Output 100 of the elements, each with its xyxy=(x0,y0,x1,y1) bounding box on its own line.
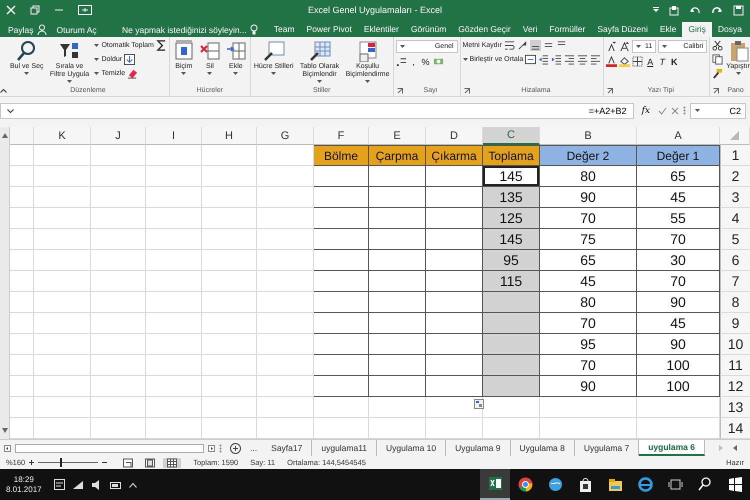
table-cell[interactable] xyxy=(369,334,426,355)
table-cell[interactable] xyxy=(426,229,483,250)
ribbon-tab[interactable]: Dosya xyxy=(712,22,748,37)
table-cell[interactable] xyxy=(314,208,369,229)
table-cell[interactable]: 45 xyxy=(540,271,637,292)
next-sheet-icon[interactable] xyxy=(718,445,722,451)
row-header[interactable]: 11 xyxy=(720,355,750,376)
row-header[interactable]: 12 xyxy=(720,376,750,397)
collapse-ribbon-icon[interactable] xyxy=(0,89,7,93)
ribbon-tab[interactable]: Formüller xyxy=(543,22,592,37)
table-cell[interactable]: 75 xyxy=(540,229,637,250)
ribbon-tab[interactable]: Giriş xyxy=(682,22,712,37)
align-left-icon[interactable] xyxy=(590,54,602,65)
table-cell[interactable] xyxy=(483,355,540,376)
table-cell[interactable]: 70 xyxy=(637,271,720,292)
font-grow-icon[interactable] xyxy=(619,41,630,52)
format-button[interactable]: % xyxy=(420,56,431,66)
row-header[interactable]: 3 xyxy=(720,187,750,208)
table-cell[interactable] xyxy=(369,187,426,208)
scroll-right-icon[interactable] xyxy=(208,444,216,452)
zoom-in-icon[interactable] xyxy=(29,460,34,465)
insert-function-button[interactable]: fx xyxy=(638,106,654,116)
table-cell[interactable] xyxy=(369,166,426,187)
close-icon[interactable] xyxy=(6,5,16,15)
more-sheets-button[interactable]: ... xyxy=(245,440,262,456)
table-cell[interactable] xyxy=(426,187,483,208)
table-cell[interactable] xyxy=(369,376,426,397)
row-header[interactable]: 10 xyxy=(720,334,750,355)
table-cell[interactable] xyxy=(314,334,369,355)
table-cell[interactable]: Bölme xyxy=(314,145,369,166)
decimal-icon[interactable] xyxy=(396,56,407,67)
table-cell[interactable]: 145 xyxy=(483,229,540,250)
table-cell[interactable]: Toplama xyxy=(483,145,540,166)
add-sheet-icon[interactable] xyxy=(230,442,242,454)
table-cell[interactable]: 80 xyxy=(540,166,637,187)
show-hidden-icon[interactable] xyxy=(128,482,137,488)
table-cell[interactable] xyxy=(483,292,540,313)
table-cell[interactable]: Değer 2 xyxy=(540,145,637,166)
row-header[interactable]: 1 xyxy=(720,145,750,166)
column-header[interactable]: K xyxy=(34,127,91,145)
scrollbar-thumb[interactable] xyxy=(15,444,204,452)
ribbon-tab[interactable]: Power Pivot xyxy=(300,22,358,37)
table-cell[interactable]: 90 xyxy=(540,376,637,397)
fill-color-icon[interactable] xyxy=(619,56,630,67)
touch-mode-icon[interactable] xyxy=(669,4,679,16)
table-cell[interactable] xyxy=(426,355,483,376)
table-cell[interactable]: 55 xyxy=(637,208,720,229)
paint-brush-icon[interactable] xyxy=(712,68,724,79)
normal-view-icon[interactable] xyxy=(163,458,182,468)
table-cell[interactable]: 70 xyxy=(540,355,637,376)
table-cell[interactable] xyxy=(314,166,369,187)
row-header[interactable]: 4 xyxy=(720,208,750,229)
dialog-launcher-icon[interactable] xyxy=(396,88,403,94)
cancel-icon[interactable] xyxy=(671,106,679,114)
format-button[interactable]: , xyxy=(408,56,419,66)
table-cell[interactable] xyxy=(369,208,426,229)
ribbon-tab[interactable]: Ekle xyxy=(654,22,682,37)
row-header[interactable]: 14 xyxy=(720,418,750,439)
table-cell[interactable] xyxy=(483,313,540,334)
row-header[interactable]: 13 xyxy=(720,397,750,418)
expand-icon[interactable] xyxy=(7,108,14,112)
table-cell[interactable]: Çarpma xyxy=(369,145,426,166)
redo-icon[interactable] xyxy=(711,5,723,15)
table-cell[interactable]: 65 xyxy=(540,250,637,271)
table-cell[interactable] xyxy=(314,313,369,334)
tell-me-field[interactable]: Ne yapmak istediğinizi söyleyin... xyxy=(122,24,247,34)
notification-icon[interactable] xyxy=(54,479,65,490)
column-header[interactable]: B xyxy=(540,127,637,145)
formula-field[interactable]: =+A2+B2 xyxy=(588,106,627,116)
table-cell[interactable]: 70 xyxy=(637,229,720,250)
table-cell[interactable] xyxy=(483,376,540,397)
ribbon-tab[interactable]: Team xyxy=(268,22,301,37)
taskbar-button[interactable] xyxy=(480,469,510,500)
table-cell[interactable]: 70 xyxy=(540,208,637,229)
column-header[interactable]: G xyxy=(257,127,314,145)
copy-icon[interactable] xyxy=(712,54,724,65)
format-button[interactable]: T xyxy=(657,56,668,66)
dialog-launcher-icon[interactable] xyxy=(607,88,614,94)
column-header[interactable]: A xyxy=(637,127,720,145)
previous-sheet-icon[interactable] xyxy=(732,445,736,451)
align-bottom-icon[interactable] xyxy=(530,40,541,51)
table-cell[interactable]: 70 xyxy=(540,313,637,334)
row-header[interactable]: 2 xyxy=(720,166,750,187)
table-cell[interactable]: Değer 1 xyxy=(637,145,720,166)
table-cell[interactable] xyxy=(426,334,483,355)
sheet-tab[interactable]: uygulama 6 xyxy=(639,440,705,456)
clock[interactable]: 18:29 8.01.2017 xyxy=(0,469,48,500)
table-cell[interactable] xyxy=(369,271,426,292)
dialog-launcher-icon[interactable] xyxy=(713,88,720,94)
column-header[interactable]: D xyxy=(426,127,483,145)
table-cell[interactable] xyxy=(314,229,369,250)
scissors-icon[interactable] xyxy=(712,40,724,51)
table-cell[interactable] xyxy=(314,292,369,313)
table-cell[interactable]: 100 xyxy=(637,376,720,397)
row-header[interactable]: 8 xyxy=(720,292,750,313)
decrease-indent-icon[interactable] xyxy=(538,54,550,65)
select-all-icon[interactable] xyxy=(730,131,739,140)
ribbon-tab[interactable]: Veri xyxy=(516,22,544,37)
table-cell[interactable]: Çıkarma xyxy=(426,145,483,166)
table-cell[interactable] xyxy=(314,271,369,292)
